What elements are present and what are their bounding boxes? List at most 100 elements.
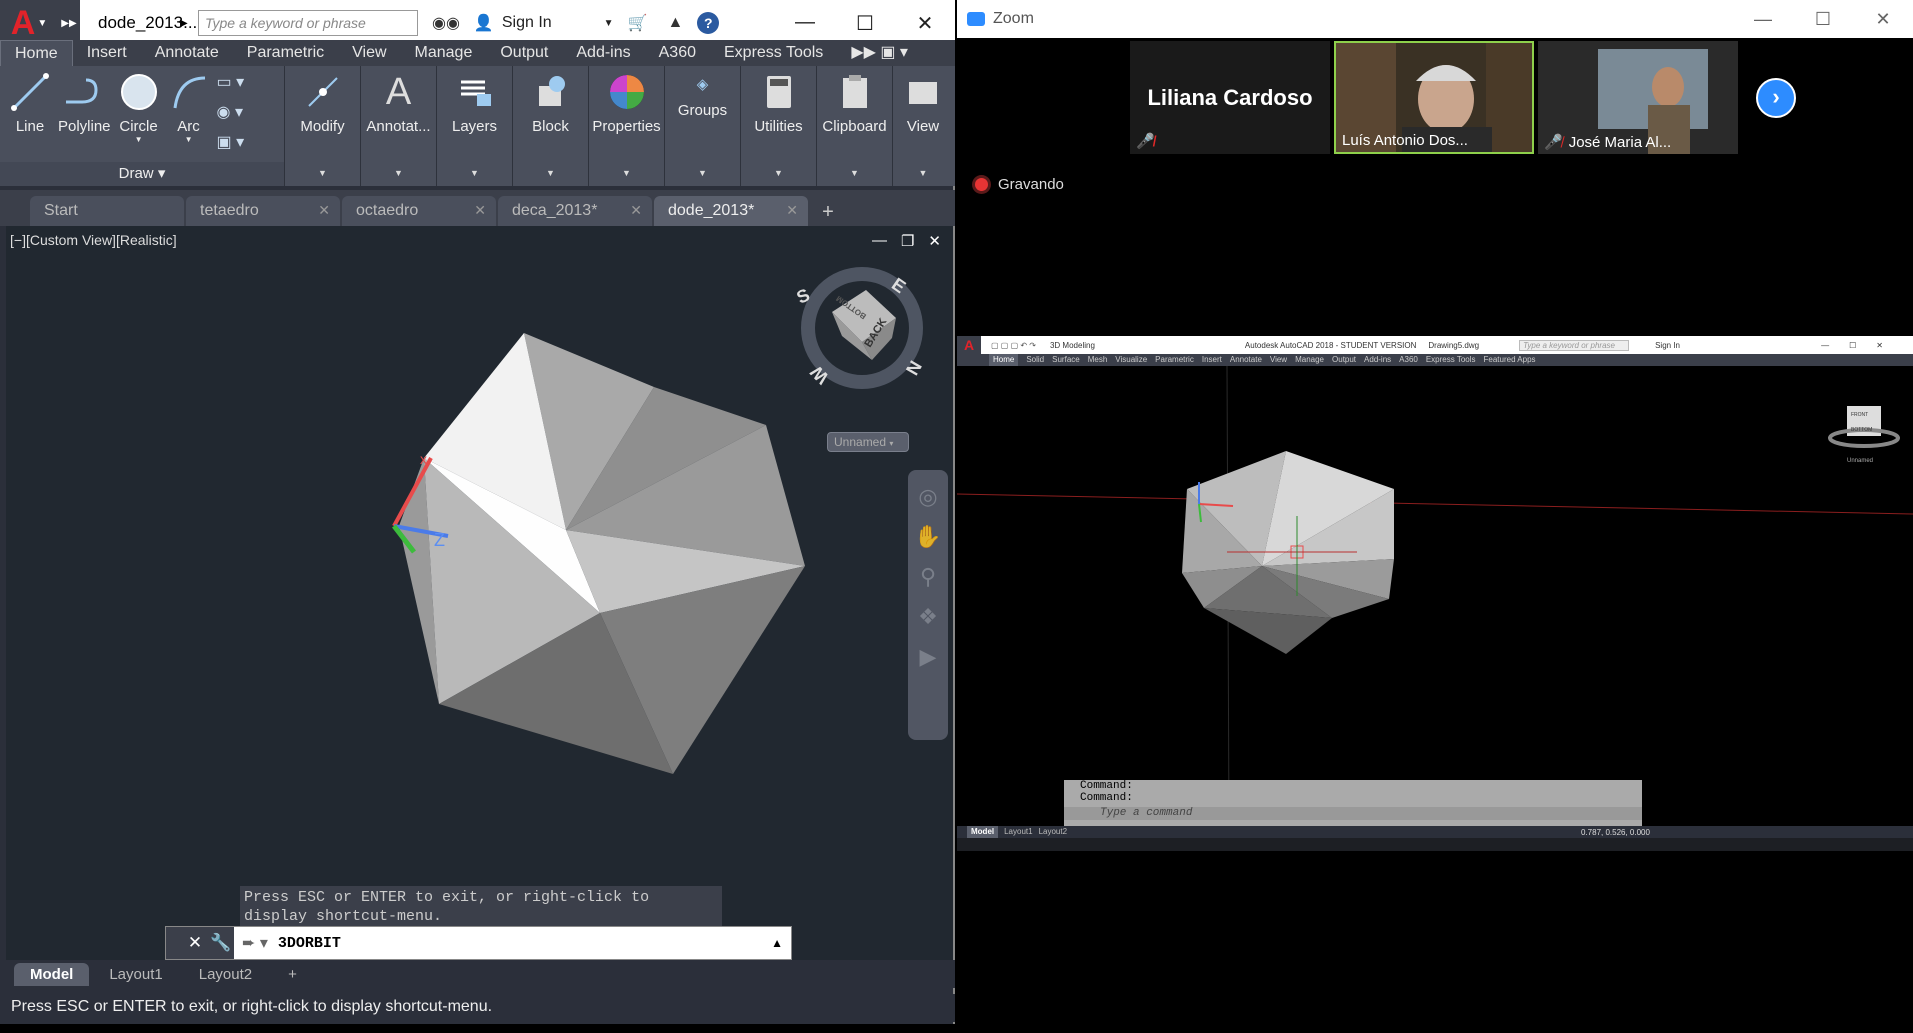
recording-indicator[interactable]: Gravando [975, 176, 1064, 193]
modify-tool[interactable]: Modify [300, 66, 345, 135]
arc-tool[interactable]: Arc ▼ [167, 66, 211, 144]
layers-tool[interactable]: Layers [452, 66, 497, 135]
draw-panel-label[interactable]: Draw ▾ [0, 162, 284, 186]
orbit-icon[interactable]: ❖ [908, 604, 948, 630]
shared-ribbon-tabs: Home Solid Surface Mesh Visualize Parame… [957, 354, 1913, 366]
tab-layout1[interactable]: Layout1 [93, 963, 178, 986]
clipboard-tool[interactable]: Clipboard [822, 66, 887, 135]
chevron-down-icon[interactable]: ▼ [604, 18, 614, 29]
showmotion-icon[interactable]: ▶ [908, 644, 948, 670]
tab-parametric[interactable]: Parametric [233, 40, 338, 66]
shared-layout-tabs: Model Layout1 Layout2 [957, 826, 1913, 838]
utilities-tool[interactable]: Utilities [754, 66, 803, 135]
ucs-dropdown[interactable]: Unnamed ▾ [827, 432, 909, 452]
maximize-button[interactable]: ☐ [835, 11, 895, 36]
close-button[interactable]: ✕ [895, 11, 955, 36]
drawing-viewport[interactable]: [−][Custom View][Realistic] — ❐ ✕ Z x BA… [6, 226, 953, 960]
shared-qat-icons: ▢ ▢ ▢ ↶ ↷ [991, 340, 1036, 350]
chevron-down-icon[interactable]: ▼ [774, 168, 783, 178]
binoculars-icon[interactable]: ◉◉ [426, 13, 466, 33]
tab-model[interactable]: Model [14, 962, 90, 986]
chevron-down-icon[interactable]: ▼ [919, 168, 928, 178]
tab-manage[interactable]: Manage [401, 40, 487, 66]
tab-layout2[interactable]: Layout2 [183, 963, 268, 986]
view-tool[interactable]: View [901, 66, 945, 135]
add-layout-button[interactable]: + [272, 963, 313, 986]
participant-tile[interactable]: 🎤̸ José Maria Al... [1538, 41, 1738, 154]
hatch-icon[interactable]: ◉ ▾ [217, 102, 245, 122]
chevron-up-icon[interactable]: ▲ [771, 936, 783, 950]
boundary-icon[interactable]: ▣ ▾ [217, 132, 245, 152]
file-tab-start[interactable]: Start [30, 196, 184, 226]
title-expand-icon[interactable]: ▶ [180, 18, 194, 29]
annotation-tool[interactable]: A Annotat... [366, 66, 430, 136]
close-icon[interactable]: ✕ [786, 202, 798, 219]
more-tabs-icon[interactable]: ▶▶ ▣ ▾ [837, 40, 922, 66]
shared-layout-tab: Model [967, 826, 999, 838]
properties-tool[interactable]: Properties [592, 66, 661, 135]
chevron-down-icon[interactable]: ▼ [394, 168, 403, 178]
user-icon: 👤 [473, 15, 494, 32]
tab-annotate[interactable]: Annotate [141, 40, 233, 66]
circle-icon [117, 70, 161, 114]
help-icon[interactable]: ? [697, 12, 720, 34]
line-tool[interactable]: Line [8, 66, 52, 135]
search-input[interactable]: Type a keyword or phrase [198, 10, 418, 36]
shared-command-input: Type a command [1064, 807, 1642, 820]
polyline-tool[interactable]: Polyline [58, 66, 111, 135]
shared-tab: Output [1332, 355, 1357, 364]
steering-wheel-icon[interactable]: ◎ [908, 484, 948, 510]
close-command-line-button[interactable]: ✕ [182, 927, 208, 959]
chevron-down-icon[interactable]: ▼ [135, 135, 143, 144]
groups-tool[interactable]: ◈ Groups [678, 66, 727, 119]
viewcube[interactable]: BACK BOTTOM S E W N [792, 266, 932, 390]
shared-tab: Surface [1052, 355, 1080, 364]
chevron-down-icon[interactable]: ▼ [185, 135, 193, 144]
file-tab-dode[interactable]: dode_2013* ✕ [654, 196, 808, 226]
autocad-window: A ▼ ▶▶ dode_2013.... ▶ Type a keyword or… [0, 0, 955, 1024]
chevron-down-icon[interactable]: ▼ [318, 168, 327, 178]
close-button[interactable]: ✕ [1853, 9, 1913, 30]
next-page-button[interactable]: › [1756, 78, 1796, 118]
shared-viewcube-side: BOTTOM [1851, 427, 1872, 433]
pan-hand-icon[interactable]: ✋ [908, 524, 948, 550]
file-tab-tetaedro[interactable]: tetaedro ✕ [186, 196, 340, 226]
participant-tile-active-speaker[interactable]: Luís Antonio Dos... [1334, 41, 1534, 154]
sign-in-button[interactable]: Sign In [502, 14, 552, 32]
minimize-button[interactable]: — [775, 11, 835, 36]
minimize-button[interactable]: — [1733, 9, 1793, 30]
close-icon[interactable]: ✕ [630, 202, 642, 219]
file-tab-octaedro[interactable]: octaedro ✕ [342, 196, 496, 226]
customize-wrench-icon[interactable]: 🔧 [208, 927, 234, 959]
tab-output[interactable]: Output [486, 40, 562, 66]
new-tab-button[interactable]: + [810, 200, 846, 226]
a360-icon[interactable]: ▲ [661, 14, 689, 32]
block-tool[interactable]: Block [529, 66, 573, 135]
command-history-icon[interactable]: ➨ ▾ [242, 933, 268, 953]
command-input[interactable]: 3DORBIT [278, 935, 341, 952]
chevron-down-icon: ▾ [889, 439, 894, 448]
chevron-down-icon[interactable]: ▼ [850, 168, 859, 178]
file-tab-deca[interactable]: deca_2013* ✕ [498, 196, 652, 226]
maximize-button[interactable]: ☐ [1793, 9, 1853, 30]
chevron-down-icon[interactable]: ▼ [698, 168, 707, 178]
tab-insert[interactable]: Insert [73, 40, 141, 66]
cart-icon[interactable]: 🛒 [622, 13, 654, 33]
participant-name: 🎤̸ José Maria Al... [1544, 133, 1671, 152]
zoom-extents-icon[interactable]: ⚲ [908, 564, 948, 590]
rectangle-icon[interactable]: ▭ ▾ [217, 72, 245, 92]
circle-tool[interactable]: Circle ▼ [117, 66, 161, 144]
chevron-down-icon[interactable]: ▼ [546, 168, 555, 178]
tab-express-tools[interactable]: Express Tools [710, 40, 837, 66]
tab-a360[interactable]: A360 [645, 40, 710, 66]
close-icon[interactable]: ✕ [474, 202, 486, 219]
tab-view[interactable]: View [338, 40, 400, 66]
participant-tile[interactable]: Liliana Cardoso 🎤̸ [1130, 41, 1330, 154]
tab-home[interactable]: Home [0, 40, 73, 66]
chevron-down-icon[interactable]: ▼ [470, 168, 479, 178]
grip-handle-icon[interactable] [166, 927, 182, 959]
tab-add-ins[interactable]: Add-ins [562, 40, 644, 66]
chevron-down-icon[interactable]: ▼ [622, 168, 631, 178]
close-icon[interactable]: ✕ [318, 202, 330, 219]
groups-panel: ◈ Groups ▼ [665, 66, 741, 186]
